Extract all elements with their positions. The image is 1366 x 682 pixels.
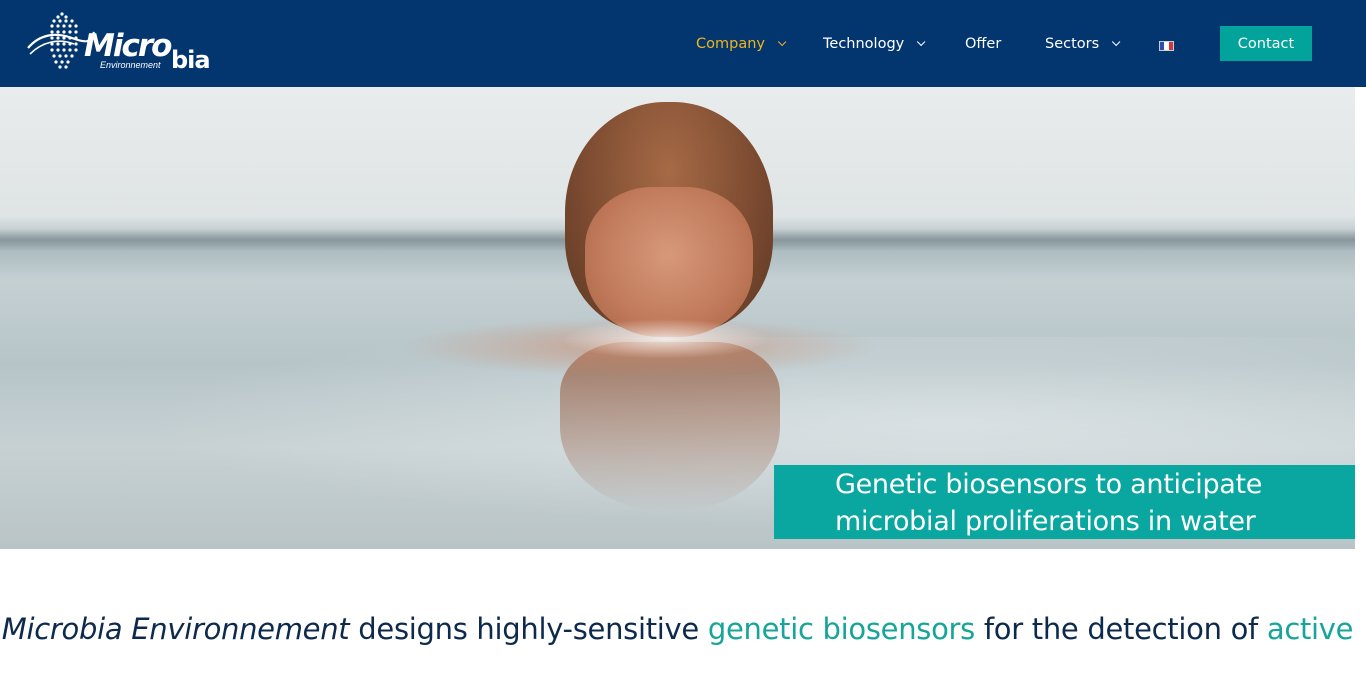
nav-offer-label: Offer	[965, 35, 1002, 52]
logo-wordmark: Micro	[84, 28, 172, 64]
chevron-down-icon	[777, 37, 787, 46]
chevron-down-icon	[917, 37, 926, 46]
logo-subtitle: Environnement	[100, 60, 161, 70]
site-header: Micro bia Environnement Company Technolo…	[0, 0, 1366, 87]
intro-highlight-biosensors[interactable]: genetic biosensors	[708, 612, 975, 646]
nav-offer[interactable]: Offer	[965, 0, 1001, 87]
intro-part2: for the detection of	[974, 612, 1267, 646]
hero-splash	[560, 319, 770, 359]
nav-sectors[interactable]: Sectors	[1045, 0, 1121, 87]
nav-company-label: Company	[696, 35, 765, 52]
hero-caption: Genetic biosensors to anticipate microbi…	[774, 465, 1355, 539]
hero-swimmer-face	[585, 187, 753, 337]
intro-part1: designs highly-sensitive	[349, 612, 708, 646]
nav-technology-label: Technology	[823, 35, 905, 52]
french-flag-icon[interactable]	[1159, 41, 1174, 51]
site-logo[interactable]: Micro bia Environnement	[26, 8, 211, 76]
nav-company[interactable]: Company	[696, 0, 787, 87]
hero-banner: Genetic biosensors to anticipate microbi…	[0, 87, 1355, 549]
nav-sectors-label: Sectors	[1045, 35, 1100, 52]
intro-company-name: Microbia Environnement	[1, 612, 350, 646]
intro-text: Microbia Environnement designs highly-se…	[0, 600, 1355, 658]
intro-highlight-active[interactable]: active	[1267, 612, 1354, 646]
hero-caption-line1: Genetic biosensors to anticipate	[835, 469, 1263, 500]
hero-caption-line2: microbial proliferations in water	[835, 506, 1256, 537]
logo-wordmark-suffix: bia	[171, 46, 211, 74]
chevron-down-icon	[1112, 37, 1121, 46]
contact-button[interactable]: Contact	[1220, 26, 1312, 61]
nav-technology[interactable]: Technology	[823, 0, 926, 87]
